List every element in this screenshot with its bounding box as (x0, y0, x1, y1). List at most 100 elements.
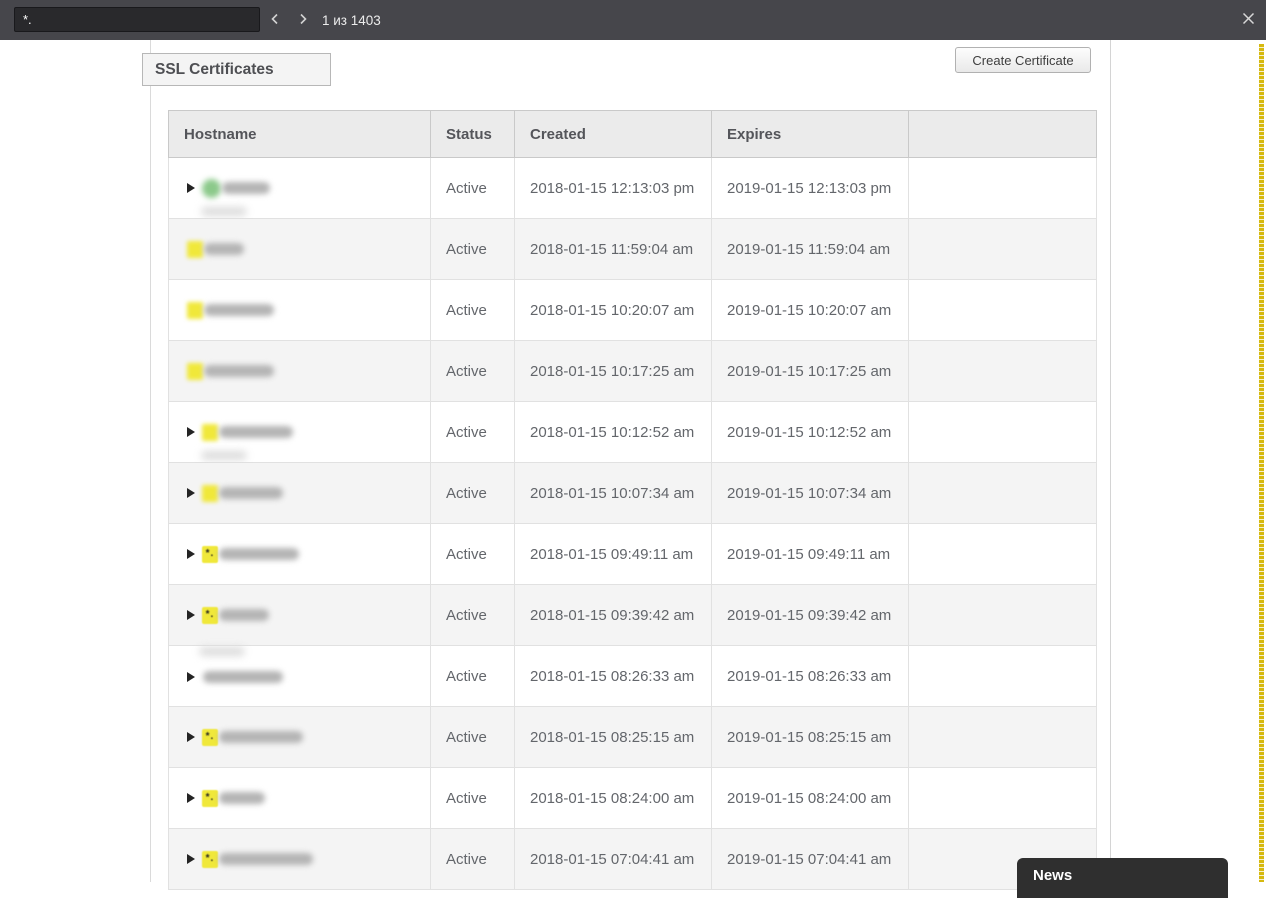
expand-arrow-icon[interactable] (187, 427, 195, 438)
hostname-cell: *. (168, 584, 431, 646)
hostname-cell: *. (168, 523, 431, 585)
scrollbar-match-ticks[interactable] (1259, 44, 1264, 882)
table-row: *. Active 2018-01-15 09:49:11 am 2019-01-15… (168, 523, 1097, 585)
redacted-hostname (219, 792, 265, 805)
expand-arrow-icon[interactable] (187, 854, 195, 865)
status-cell: Active (430, 157, 515, 219)
expires-cell: 2019-01-15 10:12:52 am (711, 401, 909, 463)
table-row: Active 2018-01-15 11:59:04 am 2019-01-15 1… (168, 218, 1097, 280)
search-highlight-blur: *. (202, 728, 218, 746)
expires-cell: 2019-01-15 12:13:03 pm (711, 157, 909, 219)
redacted-hostname (219, 853, 313, 866)
status-cell: Active (430, 462, 515, 524)
redacted-hostname (222, 182, 270, 194)
search-highlight-blur: *. (202, 606, 218, 624)
actions-cell (908, 767, 1097, 829)
status-cell: Active (430, 523, 515, 585)
search-highlight-blur (187, 362, 203, 380)
search-highlight-blur (187, 240, 203, 258)
created-cell: 2018-01-15 08:26:33 am (514, 645, 712, 707)
actions-cell (908, 401, 1097, 463)
table-row: Active 2018-01-15 12:13:03 pm 2019-01-15 1… (168, 157, 1097, 219)
table-header-row: Hostname Status Created Expires (168, 110, 1097, 158)
redacted-hostname (219, 731, 303, 744)
created-cell: 2018-01-15 10:07:34 am (514, 462, 712, 524)
expires-cell: 2019-01-15 07:04:41 am (711, 828, 909, 890)
created-cell: 2018-01-15 10:12:52 am (514, 401, 712, 463)
expires-cell: 2019-01-15 08:24:00 am (711, 767, 909, 829)
hostname-cell (168, 462, 431, 524)
find-next-button[interactable] (290, 7, 316, 33)
redaction-ghost (199, 647, 245, 656)
created-cell: 2018-01-15 10:17:25 am (514, 340, 712, 402)
redacted-hostname (204, 304, 274, 317)
redacted-hostname (219, 487, 283, 500)
search-highlight-blur (187, 301, 203, 319)
created-cell: 2018-01-15 07:04:41 am (514, 828, 712, 890)
news-panel-title: News (1033, 867, 1073, 884)
search-highlight-blur (202, 484, 218, 502)
search-highlight-blur (202, 423, 218, 441)
redacted-hostname (219, 609, 269, 622)
expand-arrow-icon[interactable] (187, 183, 195, 193)
expand-arrow-icon[interactable] (187, 549, 195, 560)
expand-arrow-icon[interactable] (187, 793, 195, 804)
status-cell: Active (430, 828, 515, 890)
actions-cell (908, 157, 1097, 219)
expand-arrow-icon[interactable] (187, 488, 195, 499)
expires-cell: 2019-01-15 09:49:11 am (711, 523, 909, 585)
column-header-status: Status (430, 110, 515, 158)
hostname-cell (168, 645, 431, 707)
actions-cell (908, 340, 1097, 402)
hostname-cell (168, 279, 431, 341)
news-panel[interactable]: News (1017, 858, 1228, 898)
redacted-hostname (219, 426, 293, 439)
page-title-label: SSL Certificates (155, 60, 274, 78)
status-cell: Active (430, 767, 515, 829)
table-row: *. Active 2018-01-15 09:39:42 am 2019-01-15… (168, 584, 1097, 646)
hostname-cell (168, 218, 431, 280)
expires-cell: 2019-01-15 08:26:33 am (711, 645, 909, 707)
expires-cell: 2019-01-15 08:25:15 am (711, 706, 909, 768)
chevron-right-icon (296, 12, 310, 29)
find-input[interactable] (14, 7, 260, 32)
status-cell: Active (430, 340, 515, 402)
table-row: Active 2018-01-15 10:20:07 am 2019-01-15 1… (168, 279, 1097, 341)
create-certificate-button[interactable]: Create Certificate (955, 47, 1091, 73)
created-cell: 2018-01-15 10:20:07 am (514, 279, 712, 341)
column-header-created: Created (514, 110, 712, 158)
created-cell: 2018-01-15 08:24:00 am (514, 767, 712, 829)
status-cell: Active (430, 401, 515, 463)
expand-arrow-icon[interactable] (187, 610, 195, 621)
created-cell: 2018-01-15 09:49:11 am (514, 523, 712, 585)
chevron-left-icon (268, 12, 282, 29)
find-previous-button[interactable] (262, 7, 288, 33)
search-highlight-blur: *. (202, 789, 218, 807)
redacted-hostname (203, 670, 283, 683)
search-highlight-blur: *. (202, 545, 218, 563)
find-close-button[interactable] (1235, 7, 1261, 33)
table-row: *. Active 2018-01-15 08:25:15 am 2019-01-15… (168, 706, 1097, 768)
actions-cell (908, 706, 1097, 768)
hostname-cell: *. (168, 767, 431, 829)
page-title: SSL Certificates (142, 53, 331, 86)
redacted-hostname (204, 365, 274, 378)
table-row: Active 2018-01-15 08:26:33 am 2019-01-15 0… (168, 645, 1097, 707)
expand-arrow-icon[interactable] (187, 671, 195, 682)
expand-arrow-icon[interactable] (187, 732, 195, 743)
expires-cell: 2019-01-15 10:20:07 am (711, 279, 909, 341)
actions-cell (908, 584, 1097, 646)
favicon-blur (202, 178, 221, 198)
expires-cell: 2019-01-15 09:39:42 am (711, 584, 909, 646)
status-cell: Active (430, 706, 515, 768)
expires-cell: 2019-01-15 10:07:34 am (711, 462, 909, 524)
table-row: Active 2018-01-15 10:17:25 am 2019-01-15 1… (168, 340, 1097, 402)
table-row: *. Active 2018-01-15 07:04:41 am 2019-01-15… (168, 828, 1097, 890)
search-highlight-blur: *. (202, 850, 218, 868)
hostname-cell (168, 157, 431, 219)
find-match-count: 1 из 1403 (322, 12, 381, 28)
redacted-hostname (219, 548, 299, 561)
find-toolbar: 1 из 1403 (0, 0, 1266, 40)
actions-cell (908, 645, 1097, 707)
table-row: *. Active 2018-01-15 08:24:00 am 2019-01-15… (168, 767, 1097, 829)
